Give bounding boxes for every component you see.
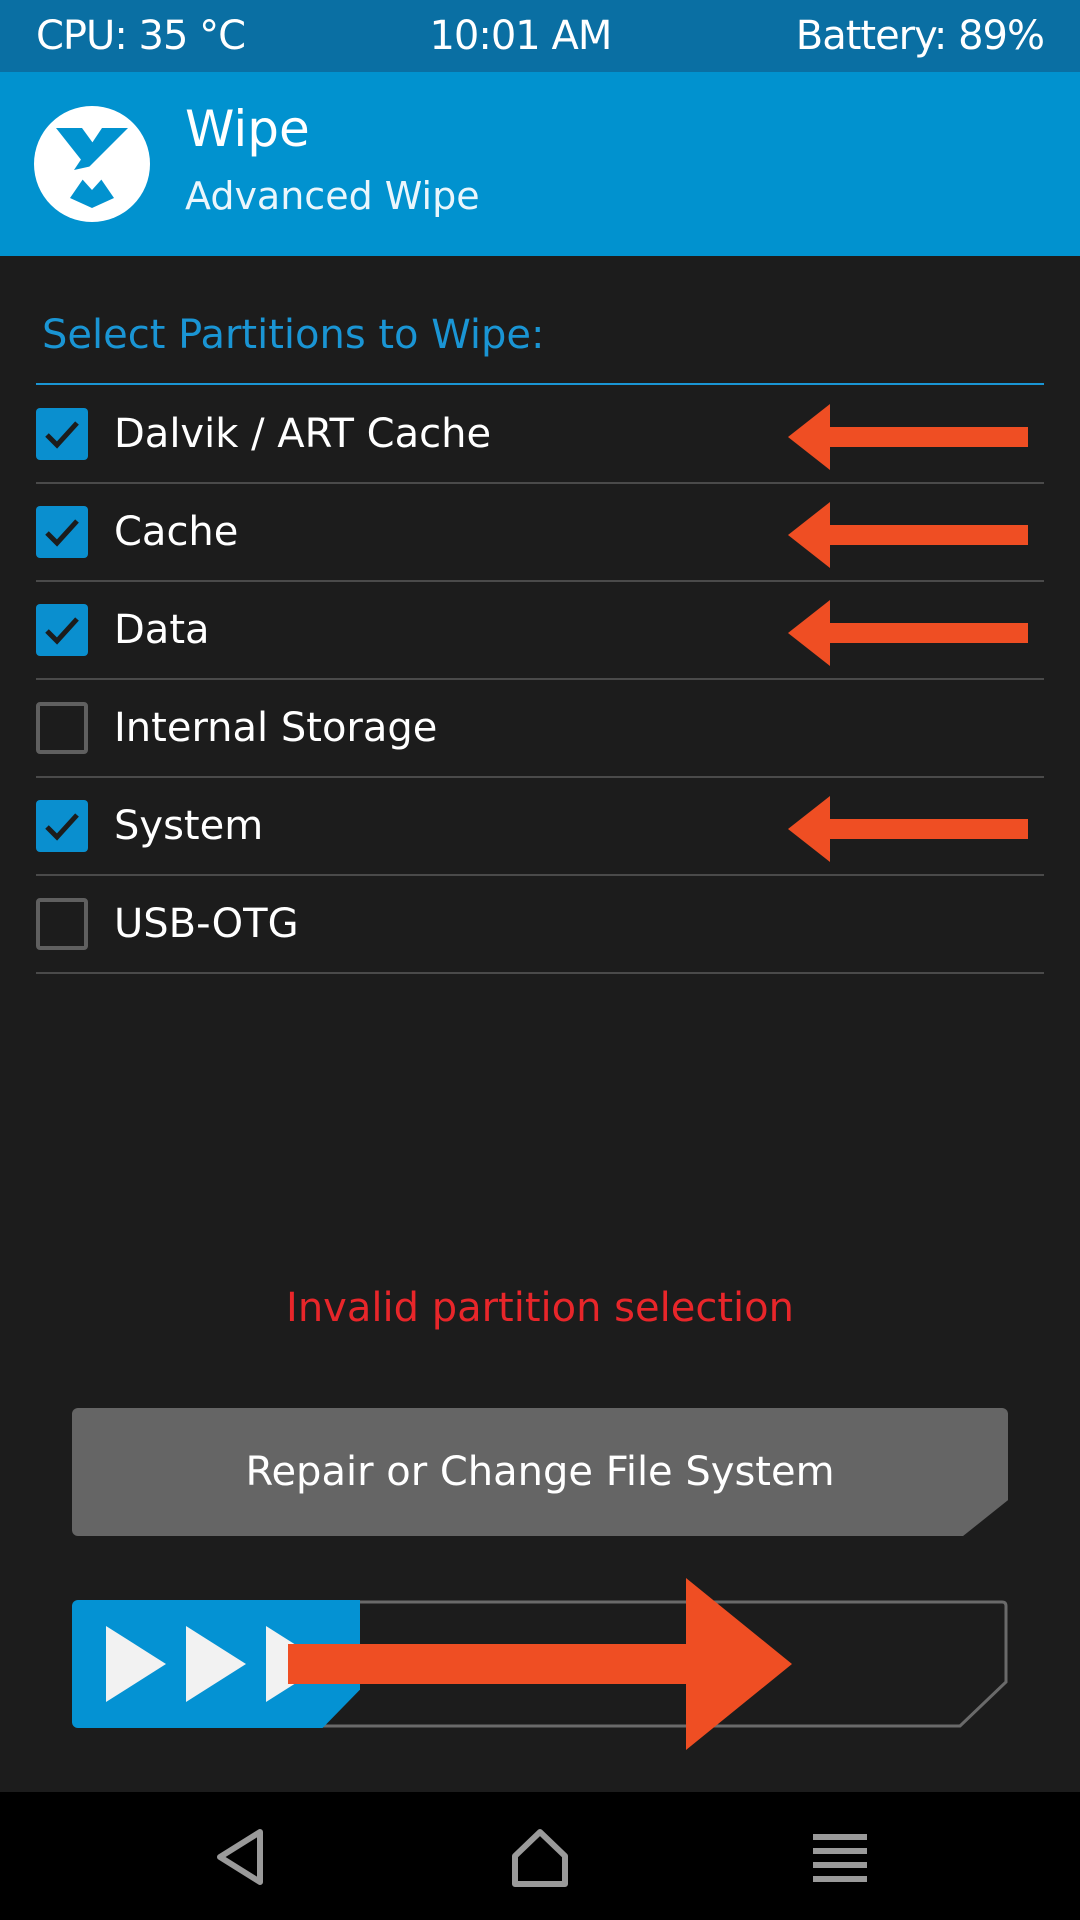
checkbox[interactable] xyxy=(36,506,88,558)
partition-list: Dalvik / ART Cache Cache Data Internal S… xyxy=(36,386,1044,974)
checkbox[interactable] xyxy=(36,408,88,460)
navigation-bar xyxy=(0,1792,1080,1920)
section-label: Select Partitions to Wipe: xyxy=(42,312,545,358)
partition-label: Dalvik / ART Cache xyxy=(114,411,492,457)
home-icon[interactable] xyxy=(505,1822,575,1892)
cpu-temperature: CPU: 35 °C xyxy=(36,13,246,59)
status-bar: CPU: 35 °C 10:01 AM Battery: 89% xyxy=(0,0,1080,72)
repair-button-label: Repair or Change File System xyxy=(245,1449,835,1495)
partition-label: USB-OTG xyxy=(114,901,299,947)
menu-icon[interactable] xyxy=(805,1822,875,1892)
page-title: Wipe xyxy=(185,100,310,158)
annotation-arrow-left xyxy=(788,404,1028,470)
checkbox[interactable] xyxy=(36,898,88,950)
partition-row-usb-otg[interactable]: USB-OTG xyxy=(36,876,1044,974)
annotation-arrow-left xyxy=(788,600,1028,666)
annotation-arrow-left xyxy=(788,796,1028,862)
partition-label: System xyxy=(114,803,264,849)
checkmark-icon xyxy=(45,617,79,645)
partition-row-dalvik[interactable]: Dalvik / ART Cache xyxy=(36,386,1044,484)
partition-row-system[interactable]: System xyxy=(36,778,1044,876)
partition-row-cache[interactable]: Cache xyxy=(36,484,1044,582)
back-triangle-icon[interactable] xyxy=(206,1822,276,1892)
partition-row-internal-storage[interactable]: Internal Storage xyxy=(36,680,1044,778)
checkbox[interactable] xyxy=(36,604,88,656)
annotation-arrow-right xyxy=(288,1578,792,1750)
battery-level: Battery: 89% xyxy=(795,13,1045,59)
checkmark-icon xyxy=(45,519,79,547)
repair-filesystem-button[interactable]: Repair or Change File System xyxy=(72,1408,1008,1536)
partition-label: Data xyxy=(114,607,210,653)
section-divider xyxy=(36,383,1044,385)
clock: 10:01 AM xyxy=(429,13,612,59)
app-header: Wipe Advanced Wipe xyxy=(0,72,1080,256)
error-message: Invalid partition selection xyxy=(286,1285,794,1331)
twrp-logo-icon xyxy=(34,106,150,222)
checkbox[interactable] xyxy=(36,800,88,852)
partition-label: Cache xyxy=(114,509,239,555)
checkmark-icon xyxy=(45,421,79,449)
checkbox[interactable] xyxy=(36,702,88,754)
partition-label: Internal Storage xyxy=(114,705,438,751)
partition-row-data[interactable]: Data xyxy=(36,582,1044,680)
checkmark-icon xyxy=(45,813,79,841)
page-subtitle: Advanced Wipe xyxy=(185,174,480,218)
annotation-arrow-left xyxy=(788,502,1028,568)
